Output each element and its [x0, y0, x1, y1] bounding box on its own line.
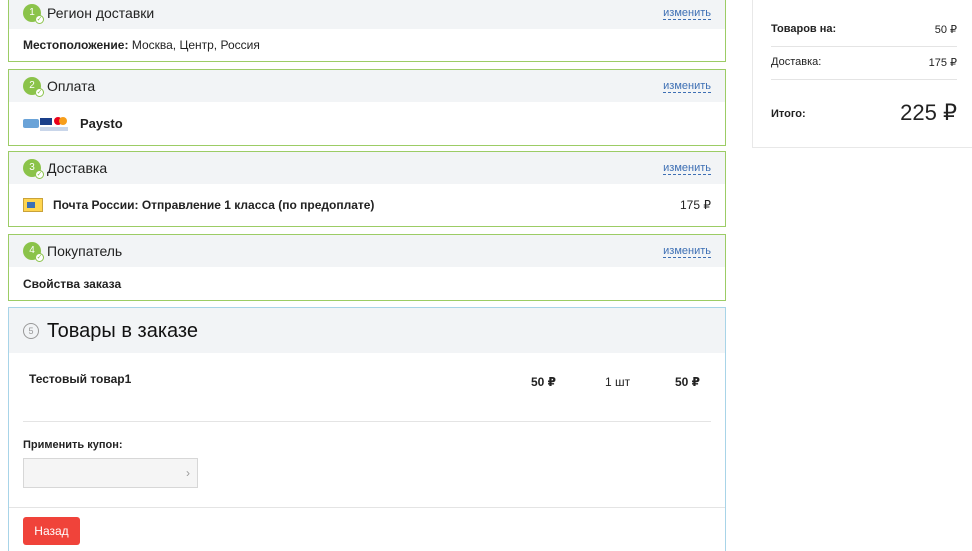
step-title: Регион доставки: [47, 5, 155, 21]
product-sum: 50 ₽: [675, 375, 701, 389]
chevron-right-icon[interactable]: ›: [186, 466, 190, 480]
change-payment-link[interactable]: изменить: [663, 80, 711, 93]
step-payment: 2 ✓ Оплата изменить Paysto: [8, 69, 726, 146]
change-delivery-link[interactable]: изменить: [663, 162, 711, 175]
step-header: 4 ✓ Покупатель изменить: [9, 235, 725, 267]
divider: [771, 46, 957, 47]
step-products: 5 Товары в заказе Тестовый товар1 50 ₽ 1…: [8, 307, 726, 551]
check-icon: ✓: [35, 15, 44, 24]
order-summary: Товаров на: 50 ₽ Доставка: 175 ₽ Итого: …: [752, 0, 972, 148]
step-title: Покупатель: [47, 243, 123, 259]
step-body: Свойства заказа: [9, 267, 725, 300]
check-icon: ✓: [35, 253, 44, 262]
check-icon: ✓: [35, 170, 44, 179]
step-number-badge: 5: [23, 323, 39, 339]
step-number-badge: 4 ✓: [23, 242, 44, 262]
delivery-value: 175 ₽: [928, 57, 957, 69]
location-value: Москва, Центр, Россия: [131, 38, 260, 52]
product-quantity: 1 шт: [605, 375, 631, 389]
divider: [23, 421, 711, 422]
location-label: Местоположение:: [23, 38, 129, 52]
coupon-input[interactable]: ›: [23, 458, 198, 488]
total-value: 225 ₽: [900, 100, 957, 125]
russian-post-icon: [23, 198, 43, 212]
step-header: 1 ✓ Регион доставки изменить: [9, 0, 725, 29]
step-body: Местоположение: Москва, Центр, Россия: [9, 29, 725, 61]
step-delivery: 3 ✓ Доставка изменить Почта России: Отпра…: [8, 151, 726, 227]
step-buyer: 4 ✓ Покупатель изменить Свойства заказа: [8, 234, 726, 301]
change-region-link[interactable]: изменить: [663, 7, 711, 20]
product-name: Тестовый товар1: [29, 372, 132, 386]
delivery-price: 175 ₽: [680, 198, 711, 212]
delivery-method-name: Почта России: Отправление 1 класса (по п…: [53, 198, 375, 212]
product-price: 50 ₽: [531, 375, 557, 389]
coupon-label: Применить купон:: [23, 439, 123, 451]
step-title: Оплата: [47, 78, 96, 94]
change-buyer-link[interactable]: изменить: [663, 245, 711, 258]
delivery-label: Доставка:: [771, 56, 822, 68]
total-label: Итого:: [771, 108, 806, 120]
step-number-badge: 3 ✓: [23, 159, 44, 179]
step-title: Доставка: [47, 160, 108, 176]
goods-value: 50 ₽: [934, 24, 957, 36]
order-properties: Свойства заказа: [23, 276, 122, 291]
payment-method-name: Paysto: [80, 116, 123, 131]
step-number-badge: 2 ✓: [23, 77, 44, 97]
payment-cards-icon: [23, 116, 71, 132]
check-icon: ✓: [35, 88, 44, 97]
step-header: 2 ✓ Оплата изменить: [9, 70, 725, 102]
step-region: 1 ✓ Регион доставки изменить Местоположен…: [8, 0, 726, 62]
step-body: Почта России: Отправление 1 класса (по п…: [9, 184, 725, 226]
step-title: Товары в заказе: [47, 320, 198, 342]
back-button[interactable]: Назад: [23, 517, 80, 545]
product-row: Тестовый товар1 50 ₽ 1 шт 50 ₽: [29, 372, 709, 392]
goods-label: Товаров на:: [771, 23, 837, 35]
divider: [9, 507, 725, 508]
step-header: 5 Товары в заказе: [9, 308, 725, 353]
divider: [771, 79, 957, 80]
step-header: 3 ✓ Доставка изменить: [9, 152, 725, 184]
grand-total-row: Итого: 225 ₽: [771, 100, 957, 130]
step-number-badge: 1 ✓: [23, 4, 44, 24]
step-body: Paysto: [9, 102, 725, 145]
